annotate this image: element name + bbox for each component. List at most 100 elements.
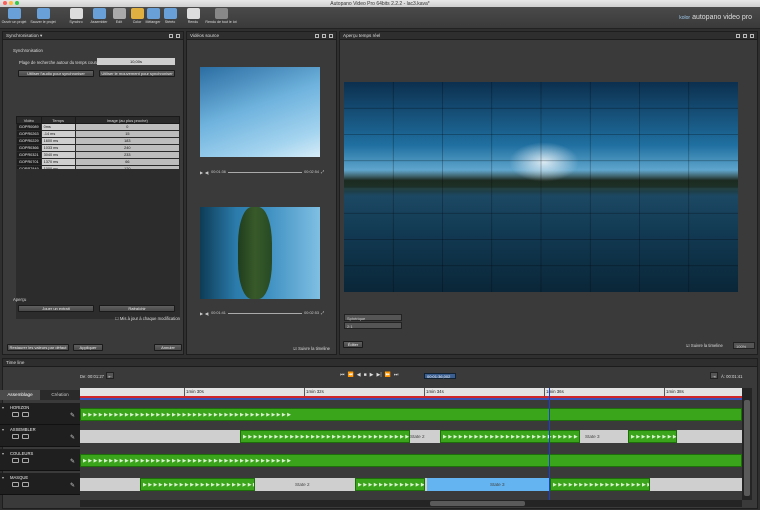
keyframe-icon[interactable]: [22, 458, 29, 463]
frame-spinbox[interactable]: 0: [74, 123, 181, 131]
play-icon[interactable]: ▶: [370, 372, 374, 378]
audio-sync-button[interactable]: Utiliser l'audio pour synchroniser: [18, 70, 94, 77]
frame-spinbox[interactable]: 66: [74, 158, 181, 166]
tab-creation[interactable]: Création: [40, 390, 80, 400]
close-icon[interactable]: [3, 1, 7, 5]
motion-sync-button[interactable]: Utiliser le mouvement pour synchroniser: [99, 70, 175, 77]
time-spinbox[interactable]: -14 ms: [40, 130, 76, 138]
clip1-scrubber[interactable]: [227, 171, 303, 173]
window-controls[interactable]: [3, 1, 19, 5]
refresh-button[interactable]: Rafraîchir: [99, 305, 175, 312]
next-frame-icon[interactable]: ▶|: [377, 372, 382, 378]
current-time-field[interactable]: 00:01:36,002: [424, 373, 456, 379]
sync-panel-title[interactable]: Synchronisation ▾: [6, 33, 42, 38]
prev-frame-icon[interactable]: ◀: [357, 372, 361, 378]
col-video[interactable]: Vidéo: [16, 116, 42, 124]
selected-state[interactable]: [427, 478, 549, 491]
detach-icon[interactable]: [169, 34, 173, 38]
toolbar-button-9[interactable]: Rendu de tout le lot: [203, 8, 239, 24]
frame-spinbox[interactable]: 233: [74, 151, 181, 159]
play-icon[interactable]: ▶: [200, 311, 203, 316]
track-header[interactable]: ▾ COULEURS ✎: [0, 449, 80, 471]
toolbar-button-0[interactable]: Ouvrir un projet: [1, 8, 27, 24]
set-end-button[interactable]: ⇥: [710, 372, 718, 379]
frame-spinbox[interactable]: 183: [74, 137, 181, 145]
close-panel-icon[interactable]: [176, 34, 180, 38]
expand-icon[interactable]: [743, 34, 747, 38]
clip-block[interactable]: [628, 430, 677, 443]
track-header[interactable]: ▾ MASQUE ✎: [0, 473, 80, 495]
track-lane[interactable]: [80, 408, 742, 421]
time-spinbox[interactable]: 1370 ms: [40, 158, 76, 166]
ratio-select[interactable]: 2:1: [344, 322, 402, 329]
track-lane[interactable]: State 2 State 3: [80, 430, 742, 443]
col-frame[interactable]: Image (au plus proche): [74, 116, 181, 124]
fullscreen-icon[interactable]: ⤢: [321, 170, 324, 174]
track-lane[interactable]: [80, 454, 742, 467]
step-forward-icon[interactable]: ⏩: [385, 372, 391, 378]
panorama-preview[interactable]: [344, 82, 738, 292]
timeline-vscrollbar[interactable]: [742, 388, 752, 500]
table-row[interactable]: GOPR0089 0ms 0: [16, 123, 181, 131]
fullscreen-icon[interactable]: ⤢: [321, 311, 324, 315]
go-start-icon[interactable]: ⏮: [340, 372, 345, 378]
expand-icon[interactable]: [322, 34, 326, 38]
source-video-2[interactable]: [200, 207, 320, 299]
table-row[interactable]: GOPR0263 -14 ms 15: [16, 130, 181, 138]
apply-button[interactable]: Appliquer: [73, 344, 103, 351]
clip-block[interactable]: [355, 478, 425, 491]
keyframe-icon[interactable]: [12, 458, 19, 463]
wrench-icon[interactable]: ✎: [70, 434, 75, 441]
close-panel-icon[interactable]: [329, 34, 333, 38]
collapse-arrow-icon[interactable]: ▾: [2, 451, 4, 456]
keyframe-icon[interactable]: [22, 434, 29, 439]
cancel-button[interactable]: Annuler: [154, 344, 182, 351]
time-spinbox[interactable]: 0ms: [40, 123, 76, 131]
keyframe-icon[interactable]: [12, 482, 19, 487]
track-lane[interactable]: State 2 State 3: [80, 478, 742, 491]
play-icon[interactable]: ▶: [200, 170, 203, 175]
detach-icon[interactable]: [315, 34, 319, 38]
source-follow-checkbox[interactable]: ☑ Suivre la timeline: [293, 346, 330, 351]
keyframe-icon[interactable]: [12, 434, 19, 439]
frame-spinbox[interactable]: 15: [74, 130, 181, 138]
edit-button[interactable]: Éditer: [343, 341, 363, 348]
keyframe-icon[interactable]: [12, 412, 19, 417]
collapse-arrow-icon[interactable]: ▾: [2, 427, 4, 432]
time-spinbox[interactable]: 1600 ms: [40, 137, 76, 145]
preview-follow-checkbox[interactable]: ☑ Suivre la timeline: [686, 343, 723, 348]
time-spinbox[interactable]: 1033 ms: [40, 144, 76, 152]
playhead[interactable]: [548, 388, 550, 500]
go-end-icon[interactable]: ⏭: [394, 372, 399, 378]
table-row[interactable]: GOPR0366 1033 ms 240: [16, 144, 181, 152]
frame-spinbox[interactable]: 240: [74, 144, 181, 152]
clip-block[interactable]: [80, 408, 742, 421]
range-spinbox[interactable]: 10,00s: [97, 58, 175, 65]
close-panel-icon[interactable]: [750, 34, 754, 38]
hscroll-thumb[interactable]: [430, 501, 525, 506]
clip2-scrubber[interactable]: [227, 312, 303, 314]
clip-block[interactable]: [440, 430, 580, 443]
step-back-icon[interactable]: ⏪: [348, 372, 354, 378]
vscroll-thumb[interactable]: [744, 400, 750, 496]
zoom-icon[interactable]: [15, 1, 19, 5]
auto-update-checkbox[interactable]: ☐ Mis à jour à chaque modification: [115, 316, 180, 321]
detach-icon[interactable]: [736, 34, 740, 38]
play-extract-button[interactable]: Jouer un extrait: [18, 305, 94, 312]
time-spinbox[interactable]: 3040 ms: [40, 151, 76, 159]
clip-block[interactable]: [550, 478, 650, 491]
table-row[interactable]: GOPR0701 1370 ms 66: [16, 158, 181, 166]
track-header[interactable]: ▾ ASSEMBLER ✎: [0, 425, 80, 447]
wrench-icon[interactable]: ✎: [70, 458, 75, 465]
stop-icon[interactable]: ■: [364, 372, 367, 378]
clip-block[interactable]: [140, 478, 255, 491]
wrench-icon[interactable]: ✎: [70, 482, 75, 489]
collapse-arrow-icon[interactable]: ▾: [2, 405, 4, 410]
clip-block[interactable]: [240, 430, 410, 443]
timeline-hscrollbar[interactable]: [80, 500, 742, 507]
wrench-icon[interactable]: ✎: [70, 412, 75, 419]
keyframe-icon[interactable]: [22, 482, 29, 487]
zoom-select[interactable]: 100%: [733, 342, 755, 349]
table-row[interactable]: GOPR0229 1600 ms 183: [16, 137, 181, 145]
volume-icon[interactable]: ◀): [205, 311, 209, 316]
